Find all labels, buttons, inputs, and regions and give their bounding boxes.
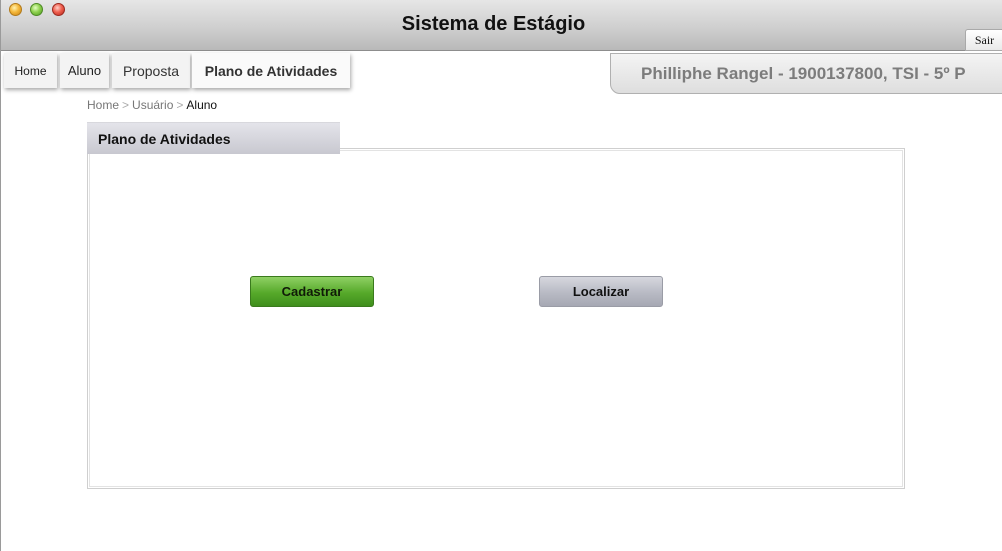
breadcrumb: Home > Usuário > Aluno [87, 98, 217, 112]
breadcrumb-separator: > [122, 98, 130, 112]
content-panel: Cadastrar Localizar [87, 148, 905, 489]
search-button[interactable]: Localizar [539, 276, 663, 307]
nav-tab-home[interactable]: Home [4, 53, 57, 88]
logout-button[interactable]: Sair [965, 29, 1002, 51]
nav-tab-proposta[interactable]: Proposta [112, 53, 190, 88]
breadcrumb-home[interactable]: Home [87, 98, 119, 112]
nav-tab-aluno[interactable]: Aluno [60, 53, 109, 88]
panel-title-tab: Plano de Atividades [87, 122, 340, 154]
breadcrumb-aluno: Aluno [186, 98, 218, 112]
title-bar: Sistema de Estágio Sair [1, 0, 1002, 51]
user-info-badge: Philliphe Rangel - 1900137800, TSI - 5º … [610, 53, 1002, 94]
nav-tab-plano-de-atividades[interactable]: Plano de Atividades [192, 53, 350, 88]
register-button[interactable]: Cadastrar [250, 276, 374, 307]
breadcrumb-separator: > [176, 98, 184, 112]
breadcrumb-usuario[interactable]: Usuário [132, 98, 173, 112]
content-panel-inner: Cadastrar Localizar [89, 150, 903, 487]
app-window: Sistema de Estágio Sair Home Aluno Propo… [0, 0, 1002, 551]
app-title: Sistema de Estágio [401, 13, 586, 35]
